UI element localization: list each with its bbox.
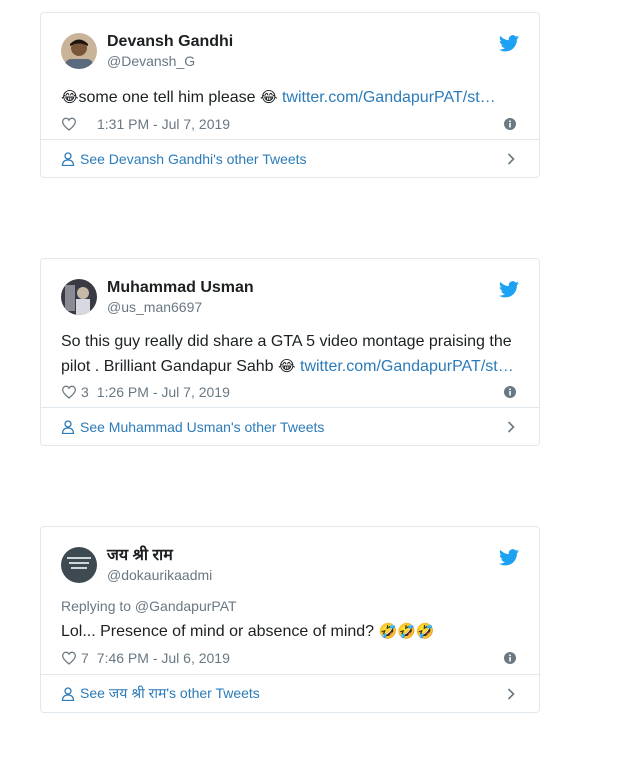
tweet-header: जय श्री राम @dokaurikaadmi — [41, 527, 539, 583]
tweet-link[interactable]: twitter.com/GandapurPAT/st… — [282, 89, 496, 106]
person-icon — [61, 151, 75, 166]
screen-name[interactable]: @dokaurikaadmi — [107, 566, 212, 584]
like-count[interactable]: 7 — [81, 650, 89, 666]
tweet-meta: 3 1:26 PM - Jul 7, 2019 — [41, 381, 539, 403]
info-icon[interactable] — [504, 652, 516, 664]
display-name[interactable]: जय श्री राम — [107, 546, 212, 566]
tweet-text: Lol... Presence of mind or absence of mi… — [61, 619, 519, 644]
tweet-text: So this guy really did share a GTA 5 vid… — [61, 329, 519, 379]
other-tweets-link[interactable]: See Devansh Gandhi's other Tweets — [41, 139, 539, 177]
tweet-header: Devansh Gandhi @Devansh_G — [41, 13, 539, 69]
avatar[interactable] — [61, 547, 97, 583]
timestamp[interactable]: 1:31 PM - Jul 7, 2019 — [97, 116, 230, 132]
other-tweets-label[interactable]: See Muhammad Usman's other Tweets — [80, 419, 324, 435]
tweet-card[interactable]: जय श्री राम @dokaurikaadmi Replying to @… — [40, 526, 540, 713]
like-count[interactable]: 3 — [81, 384, 89, 400]
other-tweets-link[interactable]: See जय श्री राम's other Tweets — [41, 674, 539, 712]
avatar[interactable] — [61, 279, 97, 315]
author-block[interactable]: जय श्री राम @dokaurikaadmi — [107, 546, 212, 584]
other-tweets-label[interactable]: See Devansh Gandhi's other Tweets — [80, 151, 307, 167]
avatar[interactable] — [61, 33, 97, 69]
twitter-bird-icon[interactable] — [499, 281, 519, 298]
info-icon[interactable] — [504, 386, 516, 398]
timestamp[interactable]: 7:46 PM - Jul 6, 2019 — [97, 650, 230, 666]
twitter-bird-icon[interactable] — [499, 549, 519, 566]
tweet-text-content: Lol... Presence of mind or absence of mi… — [61, 623, 379, 640]
replying-to[interactable]: Replying to @GandapurPAT — [61, 597, 519, 615]
tweet-meta: 1:31 PM - Jul 7, 2019 — [41, 113, 539, 135]
author-block[interactable]: Muhammad Usman @us_man6697 — [107, 278, 254, 316]
timestamp[interactable]: 1:26 PM - Jul 7, 2019 — [97, 384, 230, 400]
person-icon — [61, 419, 75, 434]
display-name[interactable]: Muhammad Usman — [107, 278, 254, 298]
tweet-link[interactable]: twitter.com/GandapurPAT/st… — [300, 358, 514, 375]
tweet-card[interactable]: Devansh Gandhi @Devansh_G 😂some one tell… — [40, 12, 540, 178]
joy-emoji: 😂 — [259, 88, 278, 106]
tweet-header: Muhammad Usman @us_man6697 — [41, 259, 539, 315]
person-icon — [61, 686, 75, 701]
heart-icon[interactable] — [61, 385, 77, 399]
joy-emoji: 😂 — [278, 357, 296, 375]
heart-icon[interactable] — [61, 651, 77, 665]
heart-icon[interactable] — [61, 117, 77, 131]
tweet-meta: 7 7:46 PM - Jul 6, 2019 — [41, 647, 539, 669]
chevron-right-icon[interactable] — [507, 688, 515, 700]
author-block[interactable]: Devansh Gandhi @Devansh_G — [107, 32, 233, 70]
twitter-bird-icon[interactable] — [499, 35, 519, 52]
screen-name[interactable]: @Devansh_G — [107, 52, 233, 70]
info-icon[interactable] — [504, 118, 516, 130]
other-tweets-label[interactable]: See जय श्री राम's other Tweets — [80, 684, 260, 703]
tweet-card[interactable]: Muhammad Usman @us_man6697 So this guy r… — [40, 258, 540, 446]
chevron-right-icon[interactable] — [507, 153, 515, 165]
screen-name[interactable]: @us_man6697 — [107, 298, 254, 316]
rofl-emoji: 🤣🤣🤣 — [378, 622, 435, 640]
joy-emoji: 😂 — [61, 88, 79, 106]
tweet-text: 😂some one tell him please 😂 twitter.com/… — [61, 85, 519, 110]
display-name[interactable]: Devansh Gandhi — [107, 32, 233, 52]
other-tweets-link[interactable]: See Muhammad Usman's other Tweets — [41, 407, 539, 445]
tweet-text-content: some one tell him please — [78, 89, 260, 106]
chevron-right-icon[interactable] — [507, 421, 515, 433]
